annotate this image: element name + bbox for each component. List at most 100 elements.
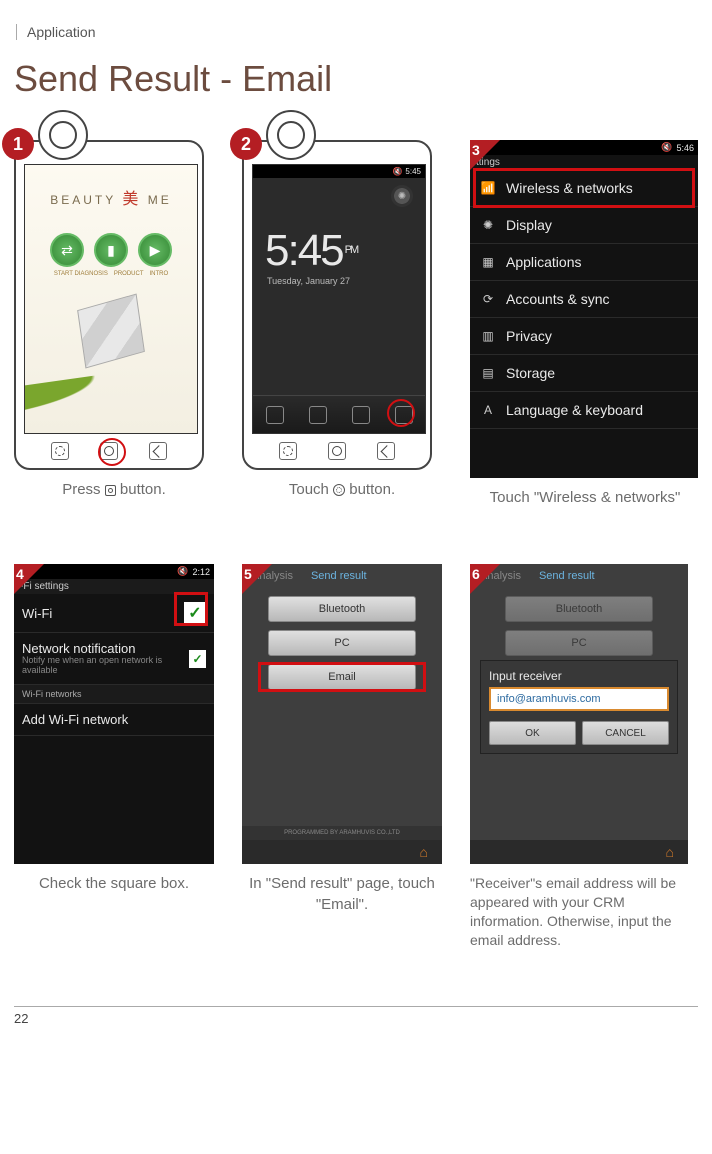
settings-item-storage[interactable]: ▤ Storage (470, 355, 698, 392)
step-6: 6 Analysis Send result Bluetooth PC Inpu… (470, 564, 690, 950)
clock-hhmm: 5:45 (265, 226, 343, 275)
item-label: Storage (506, 365, 555, 381)
home-button[interactable] (328, 442, 346, 460)
status-bar: 🔇 5:46 (470, 140, 698, 155)
back-button[interactable] (149, 442, 167, 460)
tab-bar: Analysis Send result (242, 564, 442, 588)
caption-6: "Receiver"s email address will be appear… (470, 874, 690, 950)
home-inline-icon (105, 485, 116, 496)
highlight-rect (258, 662, 426, 692)
back-button[interactable] (377, 442, 395, 460)
device-step2: 🔇 5:45 ✺ 5:45PM Tuesday, January 27 (242, 140, 432, 470)
step-badge-1: 1 (2, 128, 34, 160)
step-1: 1 BEAUTY 美 ME ⇄ ▮ ▶ START DIAGNOSIS PROD… (14, 140, 214, 500)
sync-icon: ⟳ (480, 292, 496, 306)
decorative-cube (77, 294, 145, 369)
tab-send-result[interactable]: Send result (539, 570, 595, 582)
highlight-rect (174, 592, 208, 626)
pc-button[interactable]: PC (268, 630, 416, 656)
device-step1: BEAUTY 美 ME ⇄ ▮ ▶ START DIAGNOSIS PRODUC… (14, 140, 204, 470)
page-number: 22 (14, 1011, 28, 1026)
logo-suffix: ME (148, 193, 172, 207)
caption-3: Touch "Wireless & networks" (470, 488, 700, 508)
logo-text: BEAUTY (50, 193, 116, 207)
options-button[interactable] (279, 442, 297, 460)
clock-time: 5:45PM (265, 226, 425, 276)
display-icon: ✺ (480, 218, 496, 232)
label-start: START DIAGNOSIS (54, 271, 108, 277)
apps-icon: ▦ (480, 255, 496, 269)
step-badge-4: 4 (14, 564, 44, 594)
item-label: Privacy (506, 328, 552, 344)
notif-subtitle: Notify me when an open network is availa… (22, 656, 189, 676)
add-wifi-row[interactable]: Add Wi-Fi network (14, 704, 214, 736)
pc-button[interactable]: PC (505, 630, 653, 656)
volume-icon: 🔇 (392, 167, 402, 176)
intro-icon[interactable]: ▶ (138, 233, 172, 267)
logo-char: 美 (122, 191, 141, 208)
settings-item-applications[interactable]: ▦Applications (470, 244, 698, 281)
item-label: Display (506, 217, 552, 233)
settings-panel: 3 🔇 5:46 ttings 📶Wireless & networks ✺Di… (470, 140, 698, 478)
tab-send-result[interactable]: Send result (311, 570, 367, 582)
caption-text: button. (120, 481, 166, 498)
cancel-button[interactable]: CANCEL (582, 721, 669, 745)
home-bar: ⌂ (470, 840, 688, 864)
status-bar: 🔇 5:45 (253, 165, 425, 178)
page-title: Send Result - Email (14, 58, 698, 100)
device-screen-1: BEAUTY 美 ME ⇄ ▮ ▶ START DIAGNOSIS PRODUC… (24, 164, 198, 434)
volume-icon: 🔇 (661, 142, 672, 153)
dock-gallery-icon[interactable] (309, 406, 327, 424)
dock-battery-icon[interactable] (266, 406, 284, 424)
wifi-settings-panel: 4 🔇 2:12 -Fi settings Wi-Fi ✓ Network no… (14, 564, 214, 864)
caption-4: Check the square box. (14, 874, 214, 894)
decorative-swoop (24, 355, 198, 434)
highlight-rect (473, 168, 695, 208)
highlight-circle-icon (387, 399, 415, 427)
step-3: 3 🔇 5:46 ttings 📶Wireless & networks ✺Di… (470, 140, 700, 508)
label-product: PRODUCT (114, 271, 144, 277)
network-notification-row[interactable]: Network notification Notify me when an o… (14, 633, 214, 685)
step-badge-2: 2 (230, 128, 262, 160)
settings-item-accounts[interactable]: ⟳Accounts & sync (470, 281, 698, 318)
device-screen-2: 🔇 5:45 ✺ 5:45PM Tuesday, January 27 (252, 164, 426, 434)
notif-title: Network notification (22, 641, 189, 656)
settings-item-display[interactable]: ✺ Display (470, 207, 698, 244)
wifi-networks-section: Wi-Fi networks (14, 685, 214, 704)
label-intro: INTRO (150, 271, 169, 277)
start-diagnosis-icon[interactable]: ⇄ (50, 233, 84, 267)
bluetooth-button[interactable]: Bluetooth (268, 596, 416, 622)
item-label: Language & keyboard (506, 402, 643, 418)
caption-2: Touch button. (242, 480, 442, 500)
device-lens-icon (38, 110, 88, 160)
home-icon[interactable]: ⌂ (666, 844, 674, 860)
caption-text: Press (62, 481, 100, 498)
ok-button[interactable]: OK (489, 721, 576, 745)
clock-ampm: PM (345, 244, 358, 256)
status-time: 5:45 (405, 167, 421, 176)
options-button[interactable] (51, 442, 69, 460)
dock-music-icon[interactable] (352, 406, 370, 424)
wifi-label: Wi-Fi (22, 606, 52, 621)
input-receiver-popup: Input receiver info@aramhuvis.com OK CAN… (480, 660, 678, 754)
storage-icon: ▤ (480, 366, 496, 380)
step-4: 4 🔇 2:12 -Fi settings Wi-Fi ✓ Network no… (14, 564, 214, 894)
home-icon[interactable]: ⌂ (420, 844, 428, 860)
notif-checkbox[interactable]: ✓ (189, 650, 206, 668)
clock-date: Tuesday, January 27 (267, 276, 425, 286)
send-result-screen: 5 Analysis Send result Bluetooth PC Emai… (242, 564, 442, 864)
page-footer: 22 (14, 1006, 698, 1030)
step-badge-5: 5 (242, 564, 272, 594)
add-wifi-label: Add Wi-Fi network (22, 712, 128, 727)
settings-item-privacy[interactable]: ▥Privacy (470, 318, 698, 355)
send-result-screen-dialog: 6 Analysis Send result Bluetooth PC Inpu… (470, 564, 688, 864)
step-badge-3: 3 (470, 140, 500, 170)
breadcrumb: Application (16, 24, 698, 40)
product-icon[interactable]: ▮ (94, 233, 128, 267)
device-lens-icon (266, 110, 316, 160)
receiver-email-input[interactable]: info@aramhuvis.com (489, 687, 669, 711)
gear-inline-icon (333, 484, 345, 496)
brightness-icon[interactable]: ✺ (391, 185, 413, 207)
settings-item-language[interactable]: ALanguage & keyboard (470, 392, 698, 429)
bluetooth-button[interactable]: Bluetooth (505, 596, 653, 622)
